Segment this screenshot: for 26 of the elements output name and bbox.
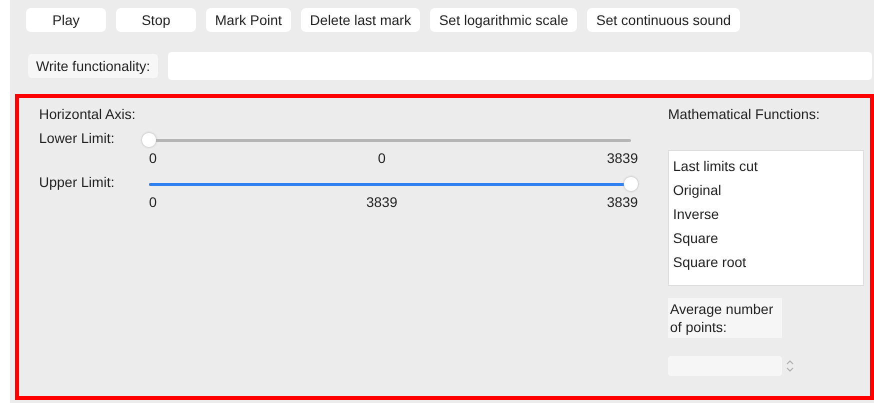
toolbar-button[interactable]: Set logarithmic scale: [430, 8, 578, 32]
slider-value: 0: [378, 150, 386, 166]
slider-min: 0: [149, 150, 157, 166]
slider-thumb[interactable]: [624, 176, 638, 190]
functions-title: Mathematical Functions:: [668, 106, 820, 122]
function-item[interactable]: Original: [673, 178, 859, 202]
slider-max: 3839: [606, 194, 638, 210]
toolbar-button[interactable]: Play: [26, 8, 106, 32]
function-item[interactable]: Square root: [673, 250, 859, 274]
functionality-label: Write functionality:: [28, 54, 158, 78]
slider-max: 3839: [606, 150, 638, 166]
slider-min: 0: [149, 194, 157, 210]
axis-title: Horizontal Axis:: [39, 106, 136, 122]
function-item[interactable]: Last limits cut: [673, 154, 859, 178]
toolbar-button[interactable]: Set continuous sound: [587, 8, 740, 32]
slider-thumb[interactable]: [142, 132, 156, 146]
function-item[interactable]: Square: [673, 226, 859, 250]
slider-value: 3839: [366, 194, 398, 210]
slider-label: Upper Limit:: [39, 174, 116, 190]
stepper-icon[interactable]: [786, 359, 794, 373]
average-label: Average number of points:: [668, 298, 782, 338]
slider-label: Lower Limit:: [39, 130, 116, 146]
toolbar-button[interactable]: Mark Point: [206, 8, 291, 32]
toolbar-button[interactable]: Delete last mark: [300, 8, 420, 32]
function-item[interactable]: Inverse: [673, 202, 859, 226]
toolbar-button[interactable]: Stop: [116, 8, 196, 32]
